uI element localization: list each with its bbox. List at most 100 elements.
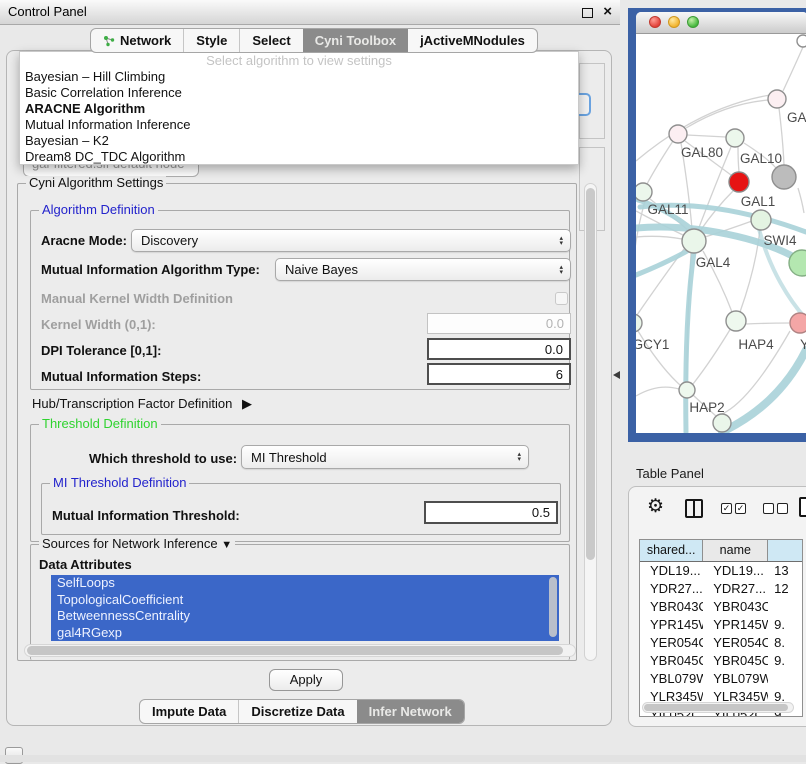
aracne-mode-value: Discovery (141, 233, 198, 248)
mac-minimize-button[interactable] (668, 16, 680, 28)
settings-vertical-thumb[interactable] (586, 188, 595, 560)
tab-network[interactable]: Network (91, 29, 183, 52)
node-label: GAL4 (696, 255, 731, 270)
mi-steps-field[interactable]: 6 (427, 363, 571, 385)
expander-right-arrow-icon[interactable]: ▶ (242, 396, 252, 411)
table-horizontal-scrollbar[interactable] (642, 702, 794, 713)
control-panel-tabbar: Network Style Select Cyni Toolbox jActiv… (90, 28, 538, 53)
tab-discretize-data[interactable]: Discretize Data (238, 700, 356, 723)
column-header-shared[interactable]: shared... (640, 540, 703, 561)
kernel-width-field[interactable]: 0.0 (427, 313, 571, 334)
hub-tf-expander[interactable]: Hub/Transcription Factor Definition ▶ (32, 396, 252, 412)
threshold-definition-title: Threshold Definition (39, 417, 161, 431)
kernel-width-label: Kernel Width (0,1): (41, 317, 156, 332)
mouse-cursor (613, 371, 620, 379)
table-horizontal-thumb[interactable] (644, 704, 788, 711)
dropdown-item[interactable]: Bayesian – Hill Climbing (20, 69, 578, 85)
node-gal-partial[interactable] (768, 90, 786, 108)
node-bottom[interactable] (713, 414, 731, 432)
which-threshold-select[interactable]: MI Threshold ▴▾ (241, 445, 529, 469)
node-label: GCY1 (636, 337, 669, 352)
column-header-partial[interactable] (768, 540, 802, 561)
tab-impute-data[interactable]: Impute Data (140, 700, 238, 723)
cell-shared: YDR27... (640, 580, 703, 598)
node-gal11[interactable] (636, 183, 652, 201)
algorithm-dropdown-list: Select algorithm to view settings Bayesi… (19, 51, 579, 165)
node[interactable] (797, 35, 806, 47)
settings-horizontal-thumb[interactable] (27, 646, 563, 655)
network-view-frame: GAL GAL80 GAL10 GAL1 GAL11 SWI4 GAL4 GCY… (628, 8, 806, 442)
node-gal1-red[interactable] (729, 172, 749, 192)
sources-group: Sources for Network Inference ▼ Data Att… (30, 544, 570, 660)
list-item[interactable]: gal4RGexp (51, 625, 559, 642)
node-gal1[interactable] (751, 210, 771, 230)
table-row[interactable]: YER054C YER054C 8. (640, 634, 802, 652)
list-scrollbar[interactable] (548, 577, 558, 639)
table-row[interactable]: YBL079W YBL079W (640, 670, 802, 688)
tab-jactivemnodules[interactable]: jActiveMNodules (408, 29, 537, 52)
mi-type-select[interactable]: Naive Bayes ▴▾ (275, 258, 571, 281)
dropdown-item[interactable]: Bayesian – K2 (20, 133, 578, 149)
table-row[interactable]: YDL19... YDL19... 13 (640, 562, 802, 580)
node-gal4[interactable] (682, 229, 706, 253)
control-panel-titlebar[interactable]: Control Panel × (0, 0, 620, 25)
node-label: GAL (787, 110, 806, 125)
cell-shared: YBR045C (640, 652, 703, 670)
aracne-mode-label: Aracne Mode: (41, 233, 127, 248)
cell-name: YBR043C (703, 598, 768, 616)
mi-threshold-group-title: MI Threshold Definition (50, 476, 189, 490)
dropdown-item[interactable]: Dream8 DC_TDC Algorithm (20, 149, 578, 165)
list-item[interactable]: BetweennessCentrality (51, 608, 559, 625)
list-scrollbar-thumb[interactable] (549, 577, 557, 637)
dpi-tolerance-field[interactable]: 0.0 (427, 338, 571, 360)
settings-gear-icon[interactable]: ⚙ (647, 497, 664, 516)
deselect-all-icon[interactable] (763, 503, 791, 521)
close-icon[interactable]: × (603, 2, 612, 22)
column-header-name[interactable]: name (703, 540, 768, 561)
manual-kernel-checkbox[interactable] (555, 292, 568, 305)
settings-vertical-scrollbar[interactable] (584, 183, 597, 661)
table-panel: ⚙ ✓✓ shared... name YDL19... YDL19... 13… (628, 486, 806, 727)
table-row[interactable]: YBR045C YBR045C 9. (640, 652, 802, 670)
node-gal10[interactable] (726, 129, 744, 147)
float-window-icon[interactable] (582, 8, 593, 18)
bottom-strip (0, 755, 806, 762)
list-item[interactable]: SelfLoops (51, 575, 559, 592)
cell-shared: YDL19... (640, 562, 703, 580)
node-hap2[interactable] (679, 382, 695, 398)
network-window-titlebar[interactable] (636, 12, 806, 34)
node-hap4[interactable] (726, 311, 746, 331)
tab-style[interactable]: Style (183, 29, 239, 52)
dropdown-item-selected[interactable]: ARACNE Algorithm (20, 101, 578, 117)
column-layout-icon[interactable] (685, 499, 703, 518)
table-row[interactable]: YDR27... YDR27... 12 (640, 580, 802, 598)
node-salmon[interactable] (790, 313, 806, 333)
node-gcy1[interactable] (636, 314, 642, 332)
dropdown-item[interactable]: Mutual Information Inference (20, 117, 578, 133)
apply-button[interactable]: Apply (269, 669, 343, 691)
list-item[interactable]: TopologicalCoefficient (51, 592, 559, 609)
select-all-icon[interactable]: ✓✓ (721, 503, 749, 521)
tab-infer-network[interactable]: Infer Network (357, 700, 464, 723)
tab-select[interactable]: Select (239, 29, 302, 52)
mac-zoom-button[interactable] (687, 16, 699, 28)
mi-threshold-group: MI Threshold Definition Mutual Informati… (41, 483, 561, 535)
stepper-arrows-icon: ▴▾ (559, 236, 563, 246)
settings-horizontal-scrollbar[interactable] (24, 644, 576, 657)
node-gray[interactable] (772, 165, 796, 189)
dropdown-item[interactable]: Basic Correlation Inference (20, 85, 578, 101)
node-gal80[interactable] (669, 125, 687, 143)
network-window[interactable]: GAL GAL80 GAL10 GAL1 GAL11 SWI4 GAL4 GCY… (636, 12, 806, 433)
tab-cyni-toolbox[interactable]: Cyni Toolbox (303, 29, 408, 52)
mi-threshold-field[interactable]: 0.5 (424, 501, 558, 524)
document-icon-fragment[interactable] (799, 497, 806, 517)
cell-name: YER054C (703, 634, 768, 652)
mac-close-button[interactable] (649, 16, 661, 28)
table-row[interactable]: YBR043C YBR043C (640, 598, 802, 616)
expander-down-arrow-icon[interactable]: ▼ (221, 539, 232, 551)
node-label: GAL11 (647, 202, 688, 217)
aracne-mode-select[interactable]: Discovery ▴▾ (131, 229, 571, 252)
table-row[interactable]: YPR145W YPR145W 9. (640, 616, 802, 634)
data-attributes-list[interactable]: SelfLoops TopologicalCoefficient Between… (51, 575, 559, 641)
network-graph[interactable]: GAL GAL80 GAL10 GAL1 GAL11 SWI4 GAL4 GCY… (636, 33, 806, 433)
